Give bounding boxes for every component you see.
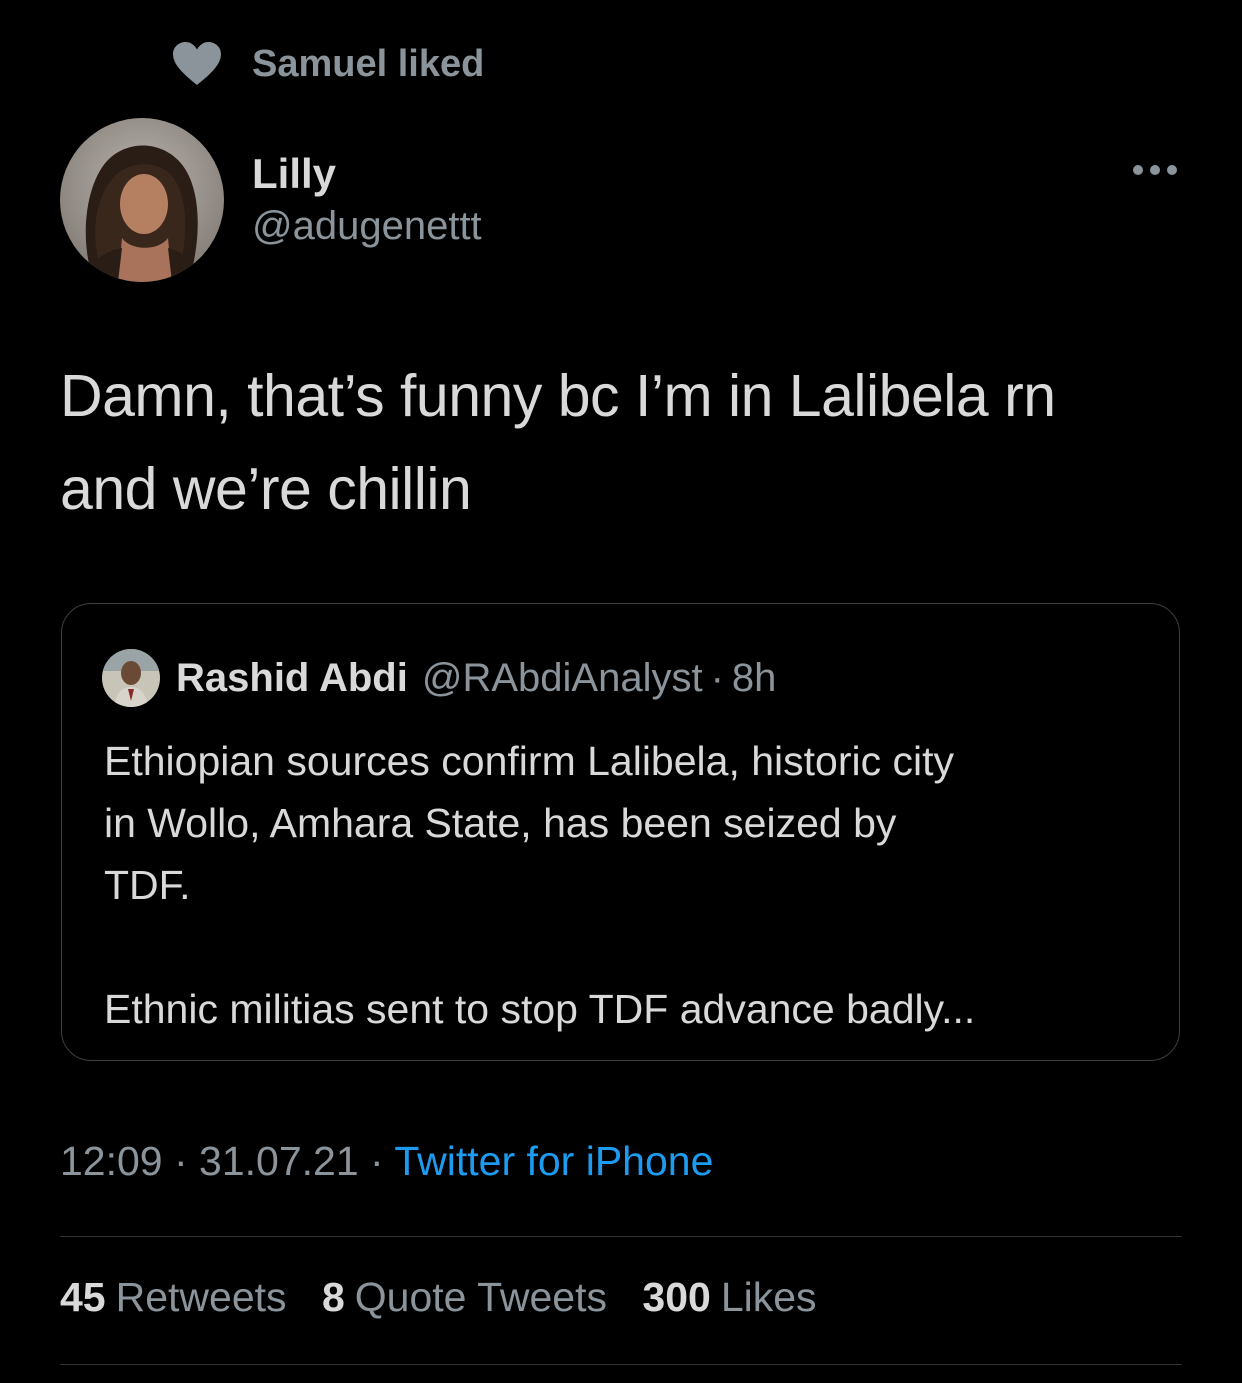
quoted-line: TDF. bbox=[104, 862, 191, 908]
likes-label: Likes bbox=[720, 1274, 817, 1320]
quote-tweets-label: Quote Tweets bbox=[354, 1274, 607, 1320]
quoted-timestamp: 8h bbox=[731, 655, 777, 700]
quoted-paragraph: Ethnic militias sent to stop TDF advance… bbox=[104, 986, 976, 1032]
quoted-line: in Wollo, Amhara State, has been seized … bbox=[104, 800, 897, 846]
tweet-text-line: and we’re chillin bbox=[60, 456, 472, 522]
tweet-meta: 12:09 · 31.07.21 · Twitter for iPhone bbox=[60, 1138, 713, 1185]
quoted-author-handle: @RAbdiAnalyst bbox=[421, 655, 703, 700]
meta-separator: · bbox=[162, 1138, 200, 1184]
tweet-date[interactable]: 31.07.21 bbox=[199, 1138, 359, 1184]
quoted-paragraph: Ethiopian sources confirm Lalibela, hist… bbox=[104, 730, 1164, 916]
author-handle[interactable]: @adugenettt bbox=[252, 200, 482, 252]
likes-count: 300 bbox=[642, 1274, 711, 1320]
retweets-label: Retweets bbox=[115, 1274, 287, 1320]
quoted-tweet-card[interactable]: Rashid Abdi @RAbdiAnalyst · 8h Ethiopian… bbox=[61, 603, 1180, 1061]
quote-tweets-count: 8 bbox=[321, 1274, 345, 1320]
author-display-name[interactable]: Lilly bbox=[252, 148, 482, 200]
tweet-time[interactable]: 12:09 bbox=[60, 1138, 163, 1184]
social-context[interactable]: Samuel liked bbox=[172, 36, 484, 92]
quoted-author-name: Rashid Abdi bbox=[176, 655, 408, 700]
social-context-text: Samuel liked bbox=[252, 42, 485, 85]
avatar[interactable] bbox=[60, 118, 224, 282]
divider bbox=[60, 1236, 1182, 1237]
meta-separator: · bbox=[358, 1138, 395, 1184]
quoted-author-avatar bbox=[102, 649, 160, 707]
tweet-source-link[interactable]: Twitter for iPhone bbox=[394, 1138, 713, 1184]
tweet-author[interactable]: Lilly @adugenettt bbox=[60, 118, 482, 282]
more-options-icon[interactable] bbox=[1132, 162, 1178, 178]
quoted-line: Ethiopian sources confirm Lalibela, hist… bbox=[104, 738, 954, 784]
quoted-separator: · bbox=[710, 655, 724, 700]
divider bbox=[60, 1364, 1182, 1365]
heart-icon bbox=[172, 41, 222, 87]
tweet-text: Damn, that’s funny bc I’m in Lalibela rn… bbox=[60, 350, 1190, 536]
retweets-stat[interactable]: 45 Retweets bbox=[60, 1274, 287, 1320]
tweet-text-line: Damn, that’s funny bc I’m in Lalibela rn bbox=[60, 363, 1056, 429]
likes-stat[interactable]: 300 Likes bbox=[642, 1274, 816, 1320]
engagement-stats: 45 Retweets 8 Quote Tweets 300 Likes bbox=[60, 1274, 841, 1321]
quote-tweets-stat[interactable]: 8 Quote Tweets bbox=[322, 1274, 607, 1320]
quoted-tweet-text: Ethiopian sources confirm Lalibela, hist… bbox=[104, 730, 1164, 1040]
retweets-count: 45 bbox=[60, 1274, 106, 1320]
quoted-tweet-header: Rashid Abdi @RAbdiAnalyst · 8h bbox=[102, 648, 776, 708]
